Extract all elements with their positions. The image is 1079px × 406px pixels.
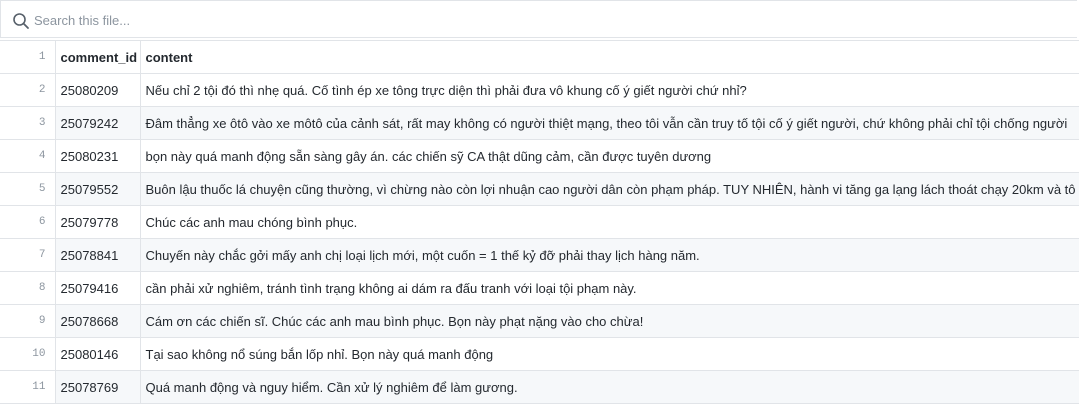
row-number: 2	[0, 73, 56, 107]
row-number: 6	[0, 205, 56, 239]
content-cell: cần phải xử nghiêm, tránh tình trạng khô…	[139, 271, 1079, 305]
file-search-bar	[0, 0, 1077, 38]
row-number: 3	[0, 106, 56, 140]
search-icon[interactable]	[12, 12, 30, 30]
row-number: 5	[0, 172, 56, 206]
table-row: 3 25079242 Đâm thẳng xe ôtô vào xe môtô …	[0, 106, 1079, 140]
comment-id-cell: 25080209	[54, 73, 141, 107]
comment-id-cell: 25078668	[54, 304, 141, 338]
row-number: 8	[0, 271, 56, 305]
comment-id-cell: 25079242	[54, 106, 141, 140]
content-cell: Buôn lậu thuốc lá chuyện cũng thường, vì…	[139, 172, 1079, 206]
comment-id-cell: 25078841	[54, 238, 141, 272]
header-row: 1 comment_id content	[0, 40, 1079, 74]
csv-table: 1 comment_id content 2 25080209 Nếu chỉ …	[0, 40, 1079, 404]
table-row: 6 25079778 Chúc các anh mau chóng bình p…	[0, 205, 1079, 239]
table-row: 11 25078769 Quá manh động và nguy hiểm. …	[0, 370, 1079, 404]
table-row: 7 25078841 Chuyến này chắc gởi mấy anh c…	[0, 238, 1079, 272]
comment-id-cell: 25080231	[54, 139, 141, 173]
content-cell: Tại sao không nổ súng bắn lốp nhỉ. Bọn n…	[139, 337, 1079, 371]
file-search-input[interactable]	[34, 10, 634, 30]
comment-id-cell: 25079552	[54, 172, 141, 206]
content-cell: Đâm thẳng xe ôtô vào xe môtô của cảnh sá…	[139, 106, 1079, 140]
row-number: 11	[0, 370, 56, 404]
table-row: 8 25079416 cần phải xử nghiêm, tránh tìn…	[0, 271, 1079, 305]
content-cell: Quá manh động và nguy hiểm. Cần xử lý ng…	[139, 370, 1079, 404]
column-header-content: content	[139, 40, 1079, 74]
content-cell: bọn này quá manh động sẵn sàng gây án. c…	[139, 139, 1079, 173]
table-row: 2 25080209 Nếu chỉ 2 tội đó thì nhẹ quá.…	[0, 73, 1079, 107]
csv-file-viewer: 1 comment_id content 2 25080209 Nếu chỉ …	[0, 0, 1079, 406]
table-row: 4 25080231 bọn này quá manh động sẵn sàn…	[0, 139, 1079, 173]
row-number: 4	[0, 139, 56, 173]
table-row: 10 25080146 Tại sao không nổ súng bắn lố…	[0, 337, 1079, 371]
comment-id-cell: 25078769	[54, 370, 141, 404]
row-number: 1	[0, 40, 56, 74]
column-header-comment-id: comment_id	[54, 40, 141, 74]
content-cell: Cám ơn các chiến sĩ. Chúc các anh mau bì…	[139, 304, 1079, 338]
comment-id-cell: 25079416	[54, 271, 141, 305]
comment-id-cell: 25079778	[54, 205, 141, 239]
csv-table-container[interactable]: 1 comment_id content 2 25080209 Nếu chỉ …	[0, 40, 1079, 406]
row-number: 7	[0, 238, 56, 272]
row-number: 9	[0, 304, 56, 338]
comment-id-cell: 25080146	[54, 337, 141, 371]
content-cell: Chuyến này chắc gởi mấy anh chị loại lịc…	[139, 238, 1079, 272]
table-row: 9 25078668 Cám ơn các chiến sĩ. Chúc các…	[0, 304, 1079, 338]
table-row: 5 25079552 Buôn lậu thuốc lá chuyện cũng…	[0, 172, 1079, 206]
content-cell: Nếu chỉ 2 tội đó thì nhẹ quá. Cố tình ép…	[139, 73, 1079, 107]
content-cell: Chúc các anh mau chóng bình phục.	[139, 205, 1079, 239]
row-number: 10	[0, 337, 56, 371]
